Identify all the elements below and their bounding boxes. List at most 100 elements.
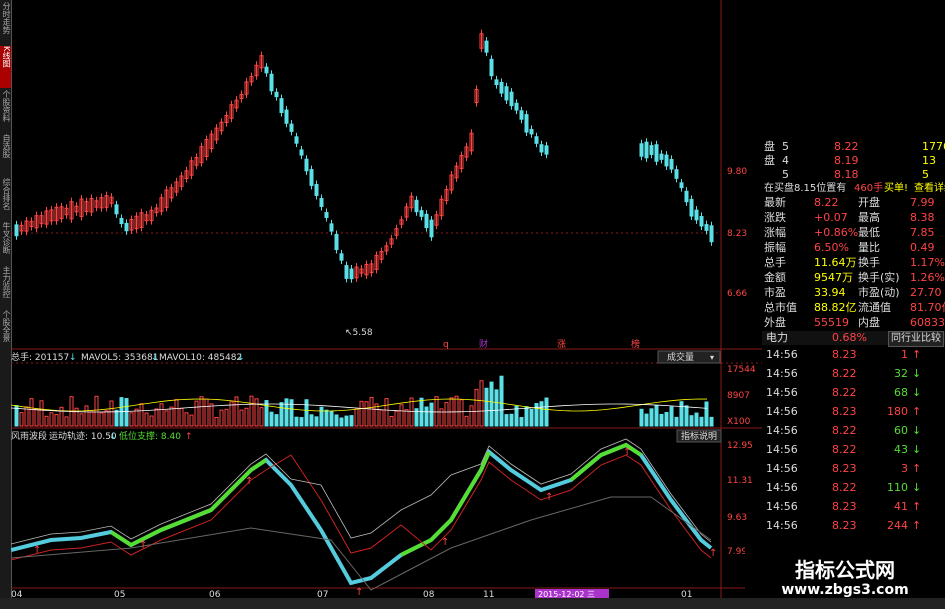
volume-bar <box>469 405 474 427</box>
view-detail-link[interactable]: 查看详细 <box>914 182 945 196</box>
volume-bar <box>99 412 104 427</box>
volume-bar <box>664 411 669 427</box>
quote-key-right: 换手 <box>858 256 880 269</box>
candle-body <box>544 145 549 155</box>
arrow-down-icon: ↓ <box>912 424 922 437</box>
sell-row: 盘 4 8.19 13 <box>762 154 945 168</box>
volume-bar <box>369 397 374 427</box>
chart-area[interactable]: ↑ ↑ ↑ ↑ ↑ ↑ ↑ ↑ 9.80 8.23 6.66 ↖5.58 q 财 涨 榜 总手… <box>11 0 763 598</box>
candle-body <box>529 128 534 135</box>
candle-body <box>339 253 344 261</box>
volume-bar <box>709 416 714 427</box>
sector-row: 电力 0.68% 同行业比较 <box>762 331 945 347</box>
volume-bar <box>524 406 529 427</box>
candle-body <box>334 233 339 251</box>
volume-bar <box>394 410 399 427</box>
volume-bar <box>289 399 294 427</box>
tick-time: 14:56 <box>766 424 798 437</box>
volume-bar <box>499 375 504 427</box>
volume-bar <box>19 412 24 427</box>
volume-bar <box>59 406 64 427</box>
volume-bar <box>324 409 329 427</box>
candlestick-series <box>14 29 714 283</box>
quote-row: 外盘 55519 内盘 60833 <box>762 316 945 330</box>
event-marker-limit[interactable]: 涨 <box>557 339 566 350</box>
volume-bar <box>149 415 154 427</box>
quote-key-left: 总手 <box>764 256 786 269</box>
volume-dropdown-label: 成交量 <box>667 351 694 363</box>
support-line <box>11 496 712 591</box>
volume-bar <box>489 381 494 427</box>
volume-bar <box>104 410 109 427</box>
bottom-tab-bar <box>0 598 945 609</box>
tick-volume: 32 <box>894 367 908 380</box>
tick-volume: 3 <box>901 462 908 475</box>
bid-button[interactable]: 买单! <box>884 182 908 196</box>
bid-position-row: 在买盘8.15位置有 460手 买单! 查看详细 <box>762 182 945 196</box>
left-tab-2[interactable]: 个股资料 <box>0 90 11 132</box>
candle-body <box>644 141 649 159</box>
volume-bar <box>144 412 149 427</box>
candle-body <box>704 224 709 231</box>
left-tab-1[interactable]: K线图 <box>0 46 11 88</box>
watermark-title: 指标公式网 <box>795 558 895 582</box>
candle-body <box>694 209 699 221</box>
quote-key-right: 流通值 <box>858 301 891 314</box>
volume-bar <box>309 414 314 427</box>
volume-bar <box>349 415 354 427</box>
left-tab-0[interactable]: 分时走势 <box>0 2 11 44</box>
volume-bar <box>159 403 164 427</box>
arrow-up-icon: ↑ <box>912 405 922 418</box>
quote-key-right: 内盘 <box>858 316 880 329</box>
volume-bar <box>544 397 549 427</box>
quote-row: 涨跌 +0.07 最高 8.38 <box>762 211 945 225</box>
x-label-6: 11 <box>483 590 494 598</box>
left-tab-7[interactable]: 个股全景 <box>0 310 11 352</box>
candle-body <box>699 216 704 227</box>
buy-signal-arrow-icon: ↑ <box>545 492 553 503</box>
trade-tick-row: 14:56 8.23 41 ↑ <box>762 500 945 514</box>
trade-tick-row: 14:56 8.22 68 ↓ <box>762 386 945 400</box>
quote-value-left: 11.64万 <box>814 256 857 269</box>
event-marker-rank[interactable]: 榜 <box>631 338 640 350</box>
left-tab-5[interactable]: 牛叉诊断 <box>0 222 11 264</box>
volume-bar <box>129 412 134 427</box>
candle-body <box>509 91 514 107</box>
x-label-3: 06 <box>209 590 221 598</box>
sell-row: 盘 5 8.22 1776 <box>762 140 945 154</box>
trade-tick-row: 14:56 8.23 244 ↑ <box>762 519 945 533</box>
volume-bar <box>259 407 264 427</box>
volume-bar <box>439 408 444 427</box>
tick-price: 8.23 <box>832 500 857 513</box>
volume-bar <box>639 408 644 427</box>
compare-sector-button[interactable]: 同行业比较 <box>888 331 944 347</box>
quote-key-left: 外盘 <box>764 316 786 329</box>
volume-bar <box>429 402 434 427</box>
arrow-up-icon: ↑ <box>912 348 922 361</box>
tick-time: 14:56 <box>766 348 798 361</box>
candle-body <box>324 212 329 218</box>
volume-bar <box>44 415 49 427</box>
left-tab-3[interactable]: 自选股 <box>0 134 11 176</box>
quote-value-right: 7.85 <box>910 226 935 239</box>
quote-row: 振幅 6.50% 量比 0.49 <box>762 241 945 255</box>
event-marker-q[interactable]: q <box>443 340 449 350</box>
quote-row: 总手 11.64万 换手 1.17% <box>762 256 945 270</box>
candle-body <box>539 144 544 153</box>
event-marker-finance[interactable]: 财 <box>479 338 488 350</box>
left-tab-6[interactable]: 主力监控 <box>0 266 11 308</box>
tick-price: 8.22 <box>832 367 857 380</box>
volume-bar <box>179 407 184 427</box>
quote-value-left: 33.94 <box>814 286 846 299</box>
volume-bar <box>359 400 364 427</box>
volume-bar <box>274 414 279 427</box>
left-tab-4[interactable]: 综合排名 <box>0 178 11 220</box>
volume-bar <box>314 416 319 427</box>
tick-price: 8.22 <box>832 481 857 494</box>
volume-bar <box>509 413 514 427</box>
tick-volume: 43 <box>894 443 908 456</box>
volume-bar <box>649 408 654 427</box>
buy-signal-arrow-icon: ↑ <box>441 537 449 548</box>
buy-signal-arrow-icon: ↑ <box>245 476 253 487</box>
mavol10-label: MAVOL10: 485482 <box>159 353 242 363</box>
